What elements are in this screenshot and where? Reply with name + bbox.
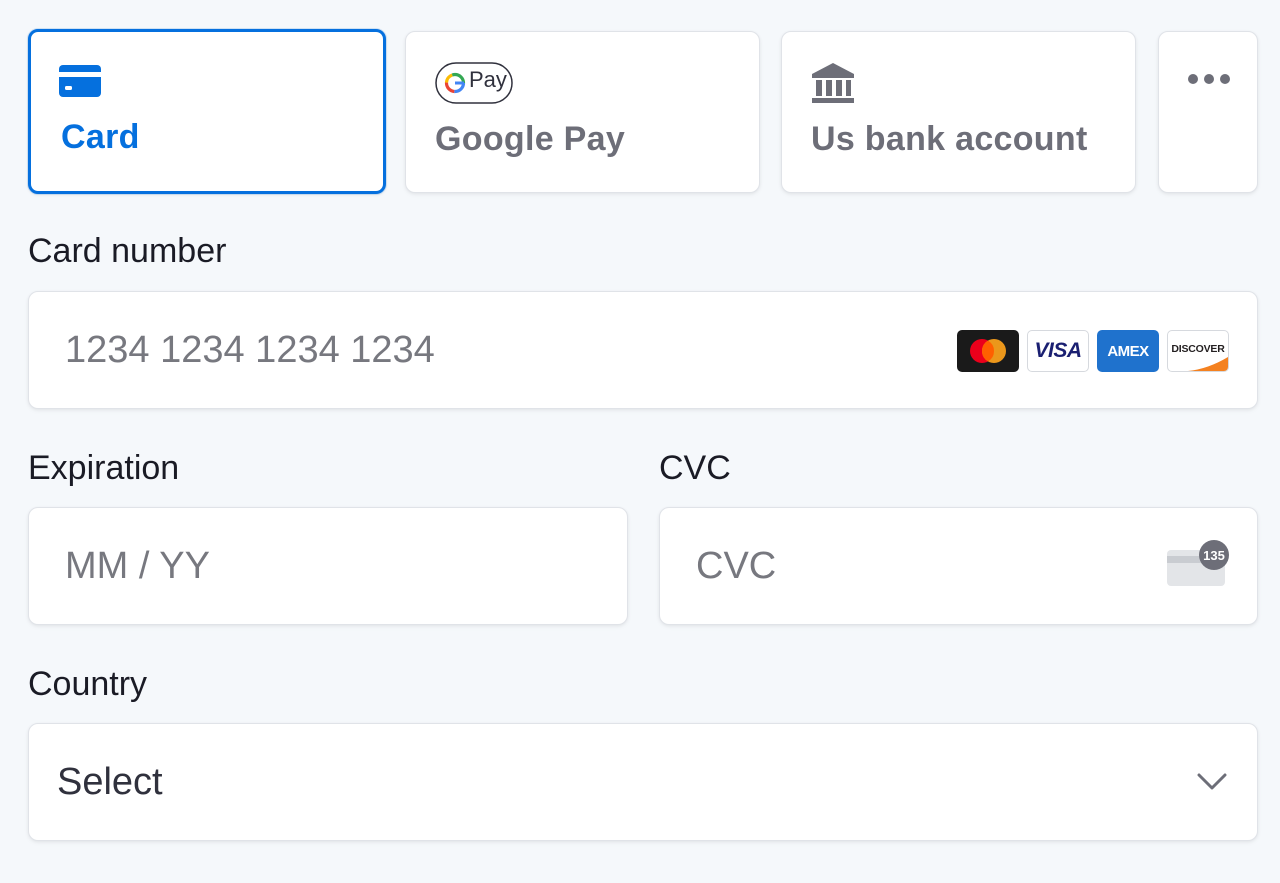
country-label: Country bbox=[28, 665, 148, 703]
tab-google-pay[interactable]: Pay Google Pay bbox=[405, 31, 760, 193]
country-select[interactable]: Select bbox=[28, 723, 1258, 841]
discover-logo: DISCOVER bbox=[1167, 330, 1229, 372]
tab-google-pay-label: Google Pay bbox=[435, 120, 626, 158]
tab-card[interactable]: Card bbox=[28, 29, 386, 194]
cvc-input[interactable] bbox=[696, 508, 1147, 624]
cvc-badge-text: 135 bbox=[1199, 540, 1229, 570]
google-pay-badge-text: Pay bbox=[469, 67, 507, 92]
expiration-label: Expiration bbox=[28, 449, 180, 487]
more-dots-icon bbox=[1187, 72, 1231, 90]
tab-card-label: Card bbox=[61, 118, 140, 156]
expiration-field-container bbox=[28, 507, 628, 625]
card-number-label: Card number bbox=[28, 232, 227, 270]
bank-icon bbox=[811, 62, 855, 109]
cvc-card-icon: 135 bbox=[1167, 540, 1229, 588]
card-number-field-container: VISA AMEX DISCOVER bbox=[28, 291, 1258, 409]
discover-logo-text: DISCOVER bbox=[1171, 343, 1225, 355]
cvc-label: CVC bbox=[659, 449, 731, 487]
expiration-input[interactable] bbox=[65, 508, 607, 624]
tab-us-bank-account[interactable]: Us bank account bbox=[781, 31, 1136, 193]
chevron-down-icon bbox=[1197, 773, 1227, 796]
mastercard-logo bbox=[957, 330, 1019, 372]
card-brand-logos: VISA AMEX DISCOVER bbox=[957, 330, 1229, 372]
amex-logo-text: AMEX bbox=[1107, 342, 1149, 360]
country-select-value: Select bbox=[57, 760, 163, 803]
visa-logo-text: VISA bbox=[1034, 339, 1082, 362]
payment-method-tabs: Card Pay Google Pay Us bank account bbox=[28, 29, 1258, 194]
card-number-input[interactable] bbox=[65, 292, 957, 408]
tab-us-bank-account-label: Us bank account bbox=[811, 120, 1088, 158]
amex-logo: AMEX bbox=[1097, 330, 1159, 372]
card-icon bbox=[59, 65, 101, 102]
visa-logo: VISA bbox=[1027, 330, 1089, 372]
cvc-field-container: 135 bbox=[659, 507, 1258, 625]
tab-more[interactable] bbox=[1158, 31, 1258, 193]
